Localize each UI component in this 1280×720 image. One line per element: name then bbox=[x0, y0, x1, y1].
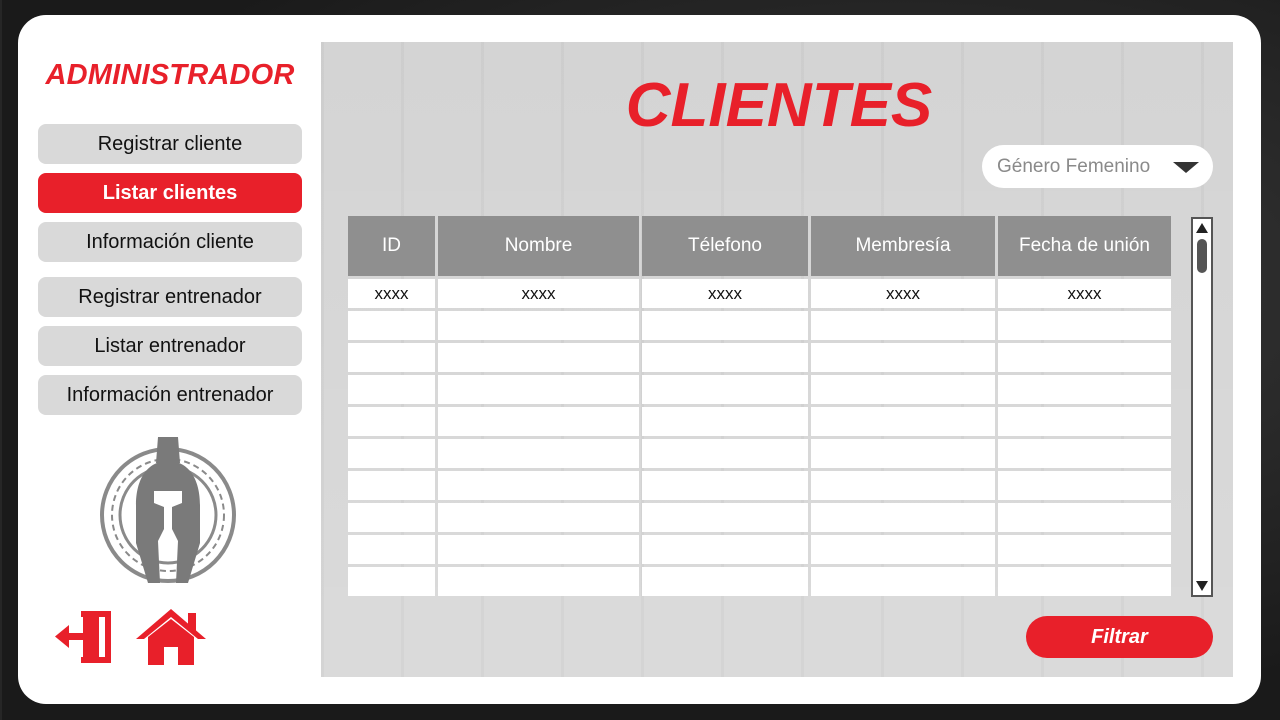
table-cell bbox=[642, 535, 808, 564]
table-cell bbox=[998, 471, 1171, 500]
table-cell bbox=[811, 311, 995, 340]
sidebar-item-registrar-entrenador[interactable]: Registrar entrenador bbox=[38, 277, 302, 317]
app-window: ADMINISTRADOR Registrar cliente Listar c… bbox=[18, 15, 1261, 704]
table-cell bbox=[811, 567, 995, 596]
table-cell bbox=[998, 311, 1171, 340]
table-cell bbox=[811, 343, 995, 372]
table-cell bbox=[348, 311, 435, 340]
table-cell bbox=[438, 375, 639, 404]
table-cell bbox=[438, 343, 639, 372]
sidebar-item-listar-clientes[interactable]: Listar clientes bbox=[38, 173, 302, 213]
table-cell bbox=[811, 471, 995, 500]
scroll-up-arrow-icon[interactable] bbox=[1196, 223, 1208, 233]
table-row[interactable] bbox=[348, 375, 1171, 404]
table-cell: xxxx bbox=[998, 279, 1171, 308]
table-cell bbox=[998, 567, 1171, 596]
table-cell bbox=[998, 503, 1171, 532]
column-header-membresia: Membresía bbox=[811, 216, 995, 276]
table-cell bbox=[348, 503, 435, 532]
table-cell bbox=[438, 407, 639, 436]
table-cell bbox=[642, 471, 808, 500]
table-cell bbox=[642, 407, 808, 436]
table-cell bbox=[642, 343, 808, 372]
table-cell bbox=[811, 375, 995, 404]
table-cell bbox=[348, 471, 435, 500]
table-row[interactable] bbox=[348, 503, 1171, 532]
table-cell bbox=[811, 503, 995, 532]
table-row[interactable] bbox=[348, 471, 1171, 500]
table-cell bbox=[438, 503, 639, 532]
table-cell: xxxx bbox=[348, 279, 435, 308]
spartan-helmet-icon bbox=[96, 433, 240, 591]
gender-filter-value: Género Femenino bbox=[997, 155, 1151, 177]
table-cell bbox=[438, 439, 639, 468]
table-row[interactable] bbox=[348, 343, 1171, 372]
sidebar-item-informacion-entrenador[interactable]: Información entrenador bbox=[38, 375, 302, 415]
table-cell bbox=[998, 375, 1171, 404]
clients-table: ID Nombre Télefono Membresía Fecha de un… bbox=[348, 216, 1174, 597]
table-row[interactable] bbox=[348, 439, 1171, 468]
column-header-fecha: Fecha de unión bbox=[998, 216, 1171, 276]
table-cell bbox=[438, 471, 639, 500]
table-row[interactable]: xxxx xxxx xxxx xxxx xxxx bbox=[348, 279, 1171, 308]
table-cell bbox=[348, 407, 435, 436]
table-cell bbox=[348, 375, 435, 404]
table-row[interactable] bbox=[348, 567, 1171, 596]
table-cell: xxxx bbox=[642, 279, 808, 308]
column-header-id: ID bbox=[348, 216, 435, 276]
table-cell bbox=[438, 311, 639, 340]
table-cell bbox=[642, 567, 808, 596]
table-cell bbox=[811, 407, 995, 436]
sidebar-item-registrar-cliente[interactable]: Registrar cliente bbox=[38, 124, 302, 164]
filter-button[interactable]: Filtrar bbox=[1026, 616, 1213, 658]
table-cell bbox=[642, 439, 808, 468]
scroll-thumb[interactable] bbox=[1197, 239, 1207, 273]
table-cell bbox=[998, 343, 1171, 372]
sidebar: ADMINISTRADOR Registrar cliente Listar c… bbox=[38, 15, 302, 704]
chevron-down-icon bbox=[1173, 162, 1199, 173]
column-header-telefono: Télefono bbox=[642, 216, 808, 276]
table-cell bbox=[348, 567, 435, 596]
column-header-nombre: Nombre bbox=[438, 216, 639, 276]
table-cell: xxxx bbox=[811, 279, 995, 308]
table-cell bbox=[348, 439, 435, 468]
table-cell bbox=[642, 503, 808, 532]
table-cell bbox=[438, 535, 639, 564]
table-cell bbox=[998, 439, 1171, 468]
table-row[interactable] bbox=[348, 535, 1171, 564]
table-cell: xxxx bbox=[438, 279, 639, 308]
table-cell bbox=[642, 375, 808, 404]
gender-filter-dropdown[interactable]: Género Femenino bbox=[982, 145, 1213, 188]
table-row[interactable] bbox=[348, 407, 1171, 436]
table-cell bbox=[998, 535, 1171, 564]
table-header-row: ID Nombre Télefono Membresía Fecha de un… bbox=[348, 216, 1171, 276]
table-cell bbox=[811, 439, 995, 468]
sidebar-item-informacion-cliente[interactable]: Información cliente bbox=[38, 222, 302, 262]
table-row[interactable] bbox=[348, 311, 1171, 340]
table-cell bbox=[348, 343, 435, 372]
logout-door-icon[interactable] bbox=[53, 607, 115, 672]
sidebar-item-listar-entrenador[interactable]: Listar entrenador bbox=[38, 326, 302, 366]
table-cell bbox=[348, 535, 435, 564]
table-cell bbox=[642, 311, 808, 340]
table-scrollbar[interactable] bbox=[1191, 217, 1213, 597]
table-cell bbox=[438, 567, 639, 596]
page-title: CLIENTES bbox=[625, 71, 933, 140]
scroll-down-arrow-icon[interactable] bbox=[1196, 581, 1208, 591]
table-cell bbox=[998, 407, 1171, 436]
sidebar-title: ADMINISTRADOR bbox=[45, 59, 295, 91]
home-icon[interactable] bbox=[134, 605, 208, 672]
main-panel: CLIENTES Género Femenino ID Nombre Télef… bbox=[321, 42, 1233, 677]
table-cell bbox=[811, 535, 995, 564]
